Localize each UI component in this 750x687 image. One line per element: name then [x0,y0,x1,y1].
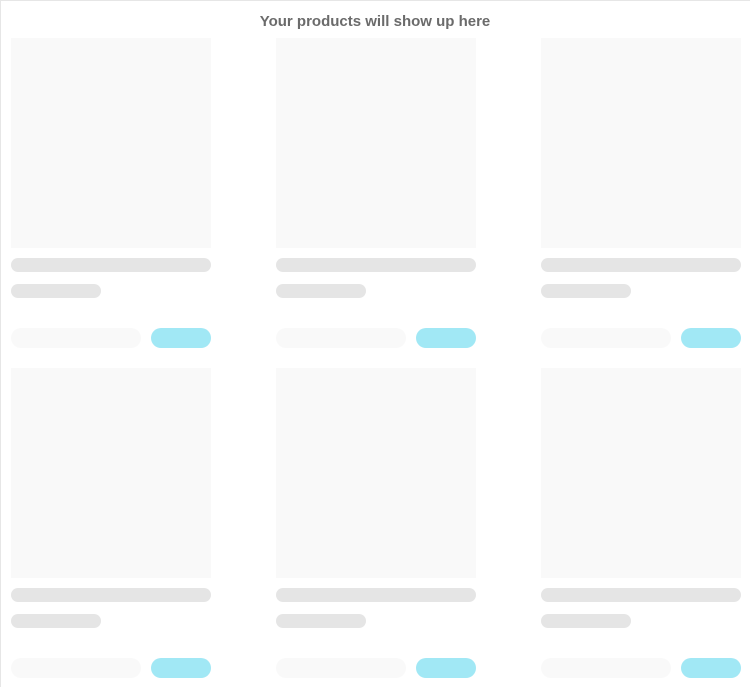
product-card-placeholder [11,38,211,348]
product-subtitle-placeholder [541,614,631,628]
product-image-placeholder [276,368,476,578]
product-card-placeholder [541,368,741,678]
add-to-cart-button-placeholder[interactable] [151,328,211,348]
add-to-cart-button-placeholder[interactable] [416,658,476,678]
product-title-placeholder [11,258,211,272]
product-image-placeholder [541,368,741,578]
product-subtitle-placeholder [276,284,366,298]
product-image-placeholder [276,38,476,248]
product-card-placeholder [276,368,476,678]
empty-state-heading: Your products will show up here [259,13,491,30]
product-card-placeholder [541,38,741,348]
product-price-placeholder [541,328,671,348]
product-title-placeholder [541,588,741,602]
product-price-placeholder [276,328,406,348]
product-price-placeholder [541,658,671,678]
product-image-placeholder [541,38,741,248]
product-card-placeholder [276,38,476,348]
product-price-placeholder [276,658,406,678]
product-price-placeholder [11,658,141,678]
product-title-placeholder [276,258,476,272]
product-title-placeholder [11,588,211,602]
product-card-placeholder [11,368,211,678]
product-subtitle-placeholder [11,614,101,628]
product-price-placeholder [11,328,141,348]
product-subtitle-placeholder [541,284,631,298]
product-subtitle-placeholder [11,284,101,298]
product-image-placeholder [11,38,211,248]
add-to-cart-button-placeholder[interactable] [416,328,476,348]
product-image-placeholder [11,368,211,578]
add-to-cart-button-placeholder[interactable] [681,658,741,678]
add-to-cart-button-placeholder[interactable] [151,658,211,678]
product-title-placeholder [276,588,476,602]
product-subtitle-placeholder [276,614,366,628]
add-to-cart-button-placeholder[interactable] [681,328,741,348]
product-title-placeholder [541,258,741,272]
